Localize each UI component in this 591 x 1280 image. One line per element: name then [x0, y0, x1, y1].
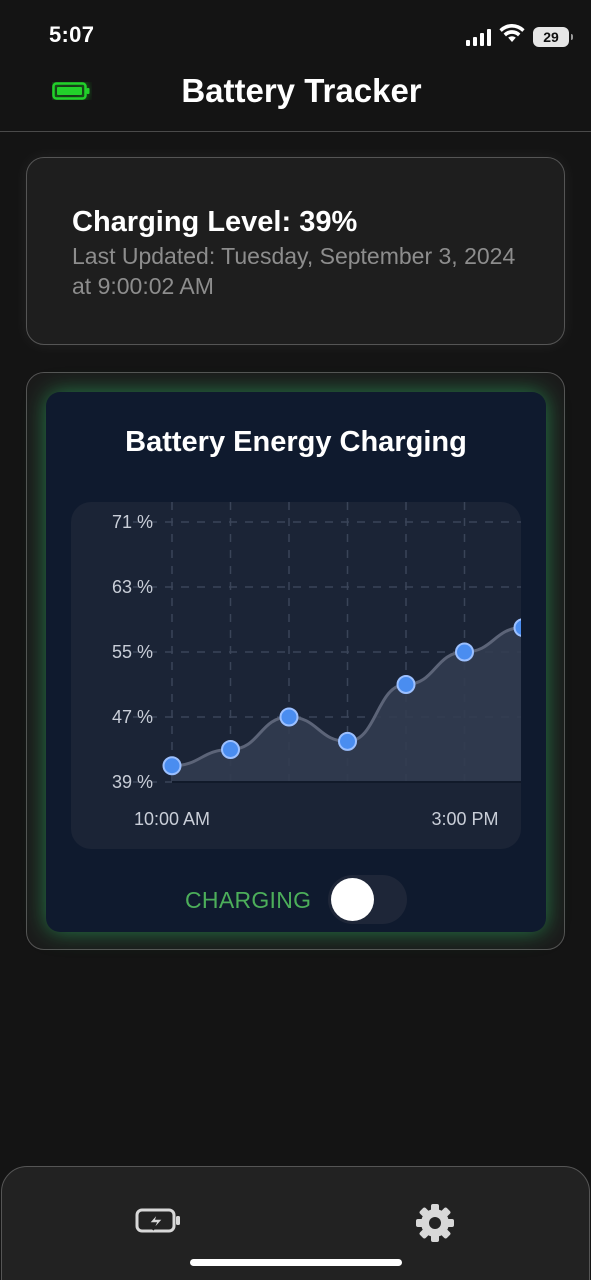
x-tick-label: 3:00 PM: [431, 809, 498, 829]
data-point: [396, 675, 416, 694]
data-point: [338, 731, 357, 751]
data-point: [455, 642, 474, 662]
charging-level-card: Charging Level: 39% Last Updated: Tuesda…: [26, 157, 565, 345]
status-bar: 5:07 29: [0, 0, 591, 70]
chart-panel: Battery Energy Charging 71 % 63 % 55 % 47 %…: [46, 392, 546, 932]
battery-icon: 29: [533, 26, 573, 47]
wifi-icon: [499, 24, 525, 49]
charging-label: CHARGING: [185, 887, 312, 913]
signal-icon: [466, 28, 491, 46]
x-tick-label: 10:00 AM: [134, 809, 210, 829]
status-time: 5:07: [49, 22, 95, 47]
data-point: [279, 707, 299, 727]
chart-area: 71 % 63 % 55 % 47 % 39 % 10:00 AM 3:00 PM: [71, 502, 521, 849]
chart-title: Battery Energy Charging: [125, 426, 467, 458]
app-header: Battery Tracker: [0, 70, 591, 132]
y-tick-label: 55 %: [112, 642, 153, 662]
chart-card: Battery Energy Charging 71 % 63 % 55 % 47 %…: [26, 372, 565, 950]
battery-percent: 29: [543, 28, 559, 45]
battery-chart: 71 % 63 % 55 % 47 % 39 % 10:00 AM 3:00 PM: [112, 502, 521, 829]
y-tick-label: 63 %: [112, 577, 153, 597]
data-point: [162, 756, 182, 776]
toggle-knob[interactable]: [331, 878, 374, 921]
last-updated-text: Last Updated: Tuesday, September 3, 2024…: [72, 243, 516, 299]
data-point: [221, 740, 240, 759]
y-tick-label: 47 %: [112, 707, 153, 727]
home-indicator: [190, 1259, 402, 1266]
page-title: Battery Tracker: [181, 72, 422, 109]
gear-icon[interactable]: [413, 1201, 457, 1250]
charging-level-text: Charging Level: 39%: [72, 206, 358, 238]
charging-toggle[interactable]: [328, 875, 407, 924]
battery-charging-icon[interactable]: [135, 1207, 183, 1240]
status-icons: 29: [466, 24, 573, 49]
y-tick-label: 39 %: [112, 772, 153, 792]
y-tick-label: 71 %: [112, 512, 153, 532]
charging-toggle-row: CHARGING: [46, 874, 546, 924]
